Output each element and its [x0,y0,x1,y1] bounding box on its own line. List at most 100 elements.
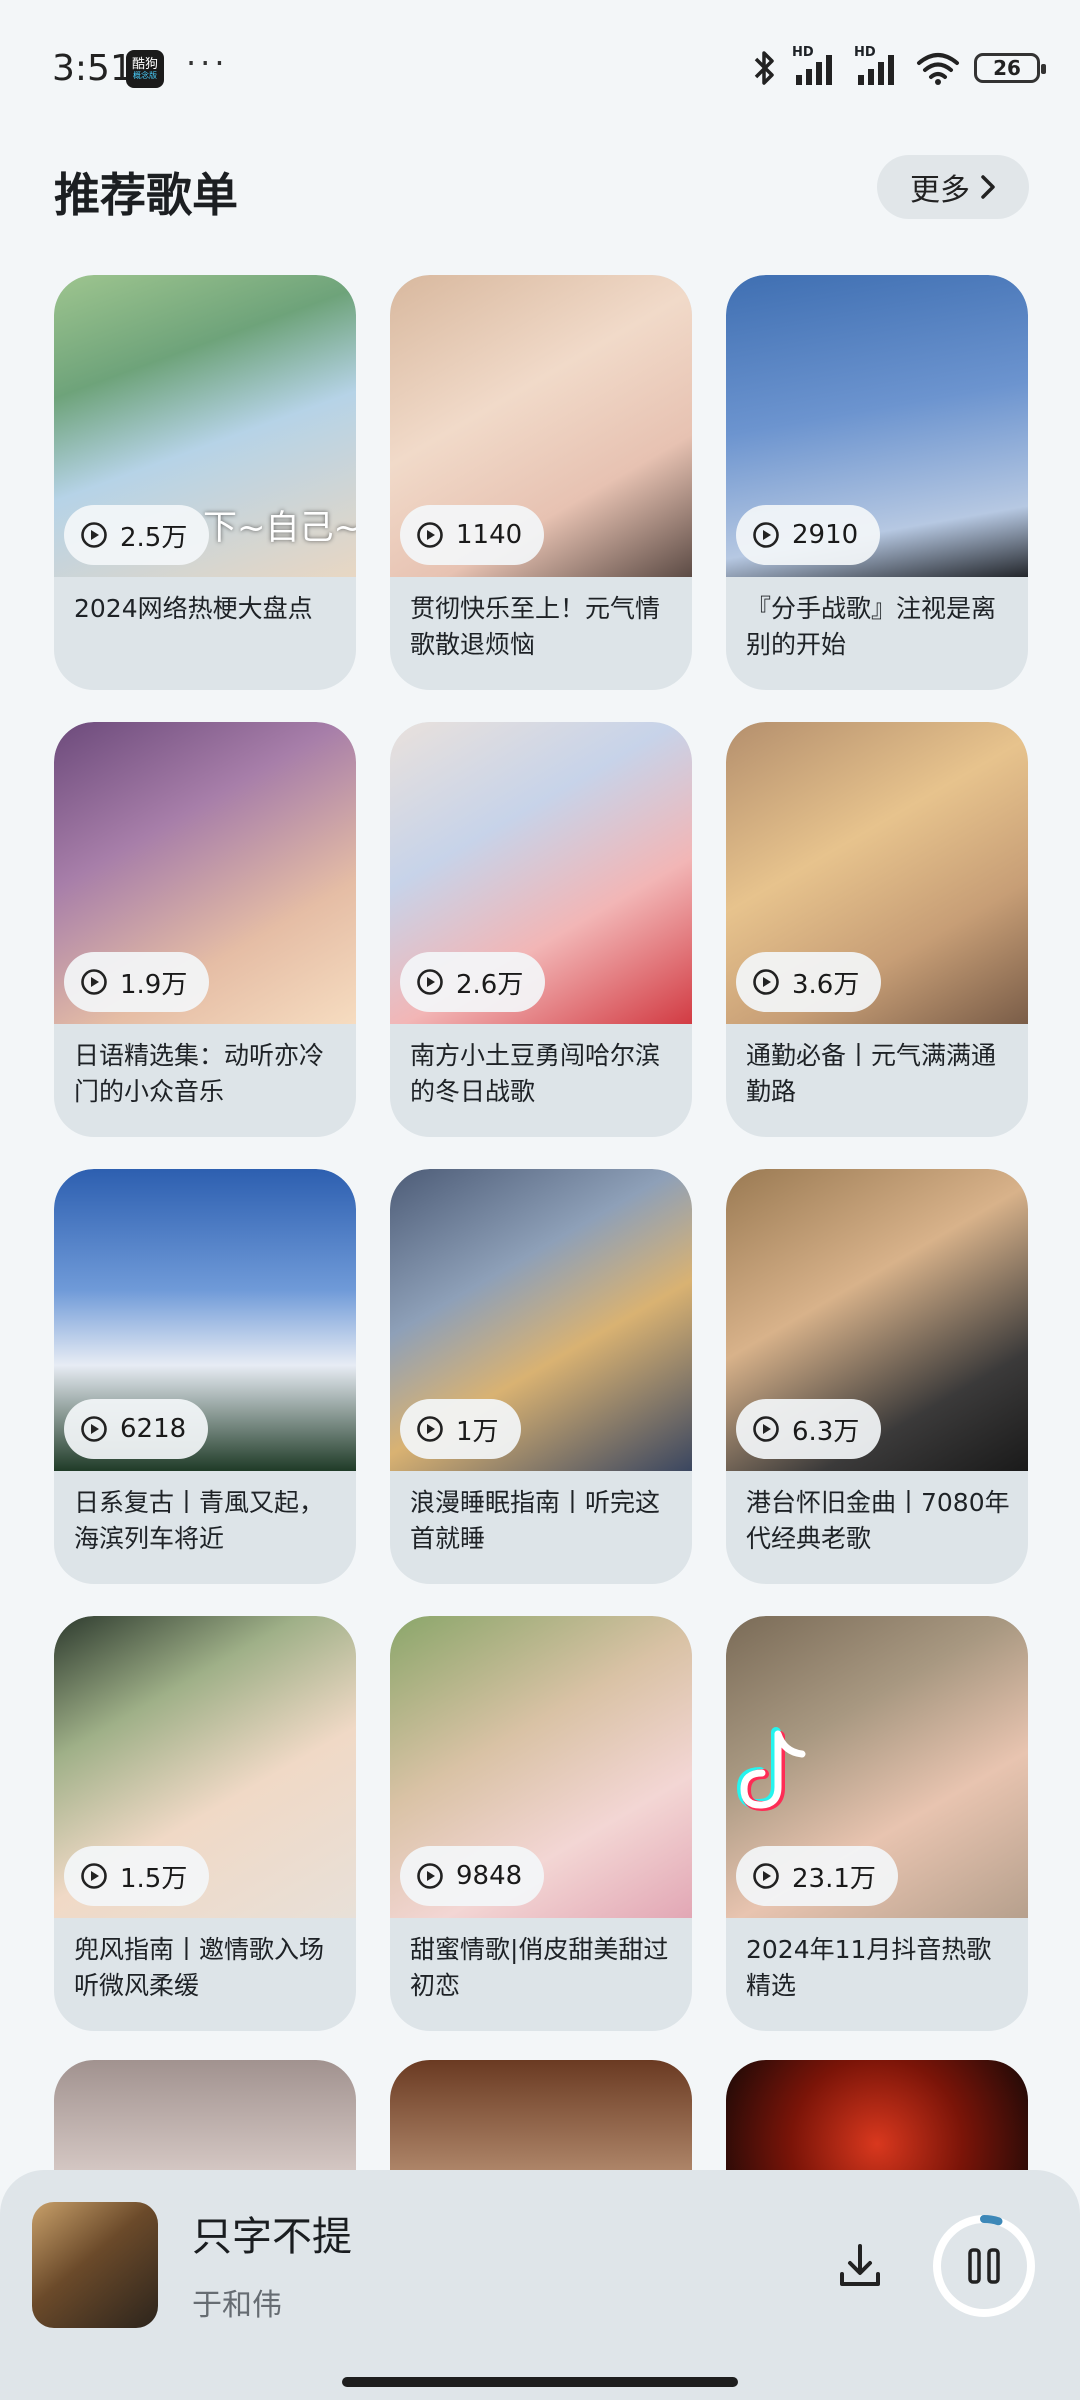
playlist-cover: 6218 [54,1169,356,1471]
pause-icon [968,2248,1000,2284]
play-count-badge: 23.1万 [736,1846,898,1906]
playlist-card[interactable]: 下~自己~ 2.5万 2024网络热梗大盘点 [54,275,356,690]
playlist-title: 日系复古丨青風又起，海滨列车将近 [74,1488,325,1553]
bluetooth-icon [754,51,774,85]
playlist-title: 贯彻快乐至上！元气情歌散退烦恼 [410,594,661,659]
play-count: 23.1万 [792,1863,876,1894]
playlist-title: 『分手战歌』注视是离别的开始 [746,594,997,659]
signal-icon [796,55,832,85]
play-count: 1.5万 [120,1863,188,1894]
play-circle-icon [81,1416,107,1442]
play-count: 9848 [456,1861,523,1891]
playlist-cover: 2910 [726,275,1028,577]
playlist-cover: 1.9万 [54,722,356,1024]
play-circle-icon [81,969,107,995]
more-notifications-icon: ··· [186,44,229,82]
playlist-cover: 1.5万 [54,1616,356,1918]
playlist-card[interactable]: 6218 日系复古丨青風又起，海滨列车将近 [54,1169,356,1584]
album-art[interactable] [32,2202,158,2328]
play-count-badge: 2910 [736,505,881,565]
play-count-badge: 1140 [400,505,545,565]
app-badge-bottom: 概念版 [133,70,157,80]
play-count: 6218 [120,1414,187,1444]
play-count: 2910 [792,520,859,550]
play-count: 1140 [456,520,523,550]
playlist-grid: 下~自己~ 2.5万 2024网络热梗大盘点 1140 贯彻快乐至上！元气情歌散… [54,275,1028,2031]
battery-indicator: 26 [974,53,1046,83]
wifi-icon [917,53,959,85]
playlist-cover[interactable] [726,2060,1028,2180]
playlist-cover: 1140 [390,275,692,577]
play-count: 6.3万 [792,1416,860,1447]
play-count-badge: 3.6万 [736,952,882,1012]
pause-button[interactable] [932,2214,1036,2318]
play-count-badge: 6.3万 [736,1399,882,1459]
playlist-title: 南方小土豆勇闯哈尔滨的冬日战歌 [410,1041,661,1106]
play-circle-icon [417,1863,443,1889]
playlist-cover[interactable] [390,2060,692,2180]
play-count: 2.6万 [456,969,524,1000]
download-button[interactable] [832,2238,888,2294]
play-circle-icon [753,522,779,548]
play-count-badge: 1.9万 [64,952,210,1012]
play-circle-icon [753,969,779,995]
playlist-title: 通勤必备丨元气满满通勤路 [746,1041,997,1106]
playlist-cover[interactable] [54,2060,356,2180]
tiktok-logo-icon [736,1727,806,1812]
cellular-signal-2: HD [854,45,902,87]
playlist-card[interactable]: 1.5万 兜风指南丨邀情歌入场听微风柔缓 [54,1616,356,2031]
home-indicator[interactable] [342,2377,738,2387]
cellular-signal-1: HD [792,45,840,87]
playlist-cover: 9848 [390,1616,692,1918]
play-circle-icon [417,1416,443,1442]
playlist-title: 日语精选集：动听亦冷门的小众音乐 [74,1041,325,1106]
playlist-card[interactable]: 2.6万 南方小土豆勇闯哈尔滨的冬日战歌 [390,722,692,1137]
play-circle-icon [417,522,443,548]
playlist-card[interactable]: 2910 『分手战歌』注视是离别的开始 [726,275,1028,690]
play-circle-icon [753,1416,779,1442]
play-count-badge: 2.5万 [64,505,210,565]
cover-caption: 下~自己~ [203,508,356,548]
playlist-card[interactable]: 1.9万 日语精选集：动听亦冷门的小众音乐 [54,722,356,1137]
signal-icon [858,55,894,85]
playlist-card[interactable]: 1万 浪漫睡眠指南丨听完这首就睡 [390,1169,692,1584]
play-count-badge: 9848 [400,1846,545,1906]
playlist-title: 兜风指南丨邀情歌入场听微风柔缓 [74,1935,325,2000]
status-bar: 3:51 酷狗 概念版 ··· HD HD 26 [0,0,1080,140]
play-circle-icon [417,969,443,995]
playlist-grid-partial-row [54,2060,1028,2180]
playlist-cover: 2.6万 [390,722,692,1024]
playlist-title: 甜蜜情歌|俏皮甜美甜过初恋 [410,1935,669,2000]
more-button[interactable]: 更多 [877,155,1029,219]
playlist-card[interactable]: 3.6万 通勤必备丨元气满满通勤路 [726,722,1028,1137]
play-count-badge: 1.5万 [64,1846,210,1906]
song-artist: 于和伟 [192,2288,282,2323]
playlist-card[interactable]: 9848 甜蜜情歌|俏皮甜美甜过初恋 [390,1616,692,2031]
playlist-card[interactable]: 1140 贯彻快乐至上！元气情歌散退烦恼 [390,275,692,690]
mini-player[interactable]: 只字不提 于和伟 [0,2170,1080,2360]
play-circle-icon [81,522,107,548]
playlist-cover: 3.6万 [726,722,1028,1024]
playlist-title: 港台怀旧金曲丨7080年代经典老歌 [746,1488,1010,1553]
playlist-title: 2024年11月抖音热歌精选 [746,1935,992,2000]
play-count-badge: 1万 [400,1399,521,1459]
app-notification-icon: 酷狗 概念版 [126,50,164,88]
play-count: 1万 [456,1416,499,1447]
play-count-badge: 6218 [64,1399,209,1459]
playlist-cover: 23.1万 [726,1616,1028,1918]
play-count: 2.5万 [120,522,188,553]
play-circle-icon [81,1863,107,1889]
play-count: 1.9万 [120,969,188,1000]
status-time: 3:51 [52,48,133,89]
more-label: 更多 [910,173,970,208]
playlist-cover: 下~自己~ 2.5万 [54,275,356,577]
playlist-card[interactable]: 6.3万 港台怀旧金曲丨7080年代经典老歌 [726,1169,1028,1584]
playlist-card[interactable]: 23.1万 2024年11月抖音热歌精选 [726,1616,1028,2031]
chevron-right-icon [981,175,995,199]
play-circle-icon [753,1863,779,1889]
section-title: 推荐歌单 [54,168,238,222]
play-count-badge: 2.6万 [400,952,546,1012]
status-icons: HD HD 26 [752,45,1046,88]
song-title: 只字不提 [192,2214,352,2260]
playlist-cover: 6.3万 [726,1169,1028,1471]
